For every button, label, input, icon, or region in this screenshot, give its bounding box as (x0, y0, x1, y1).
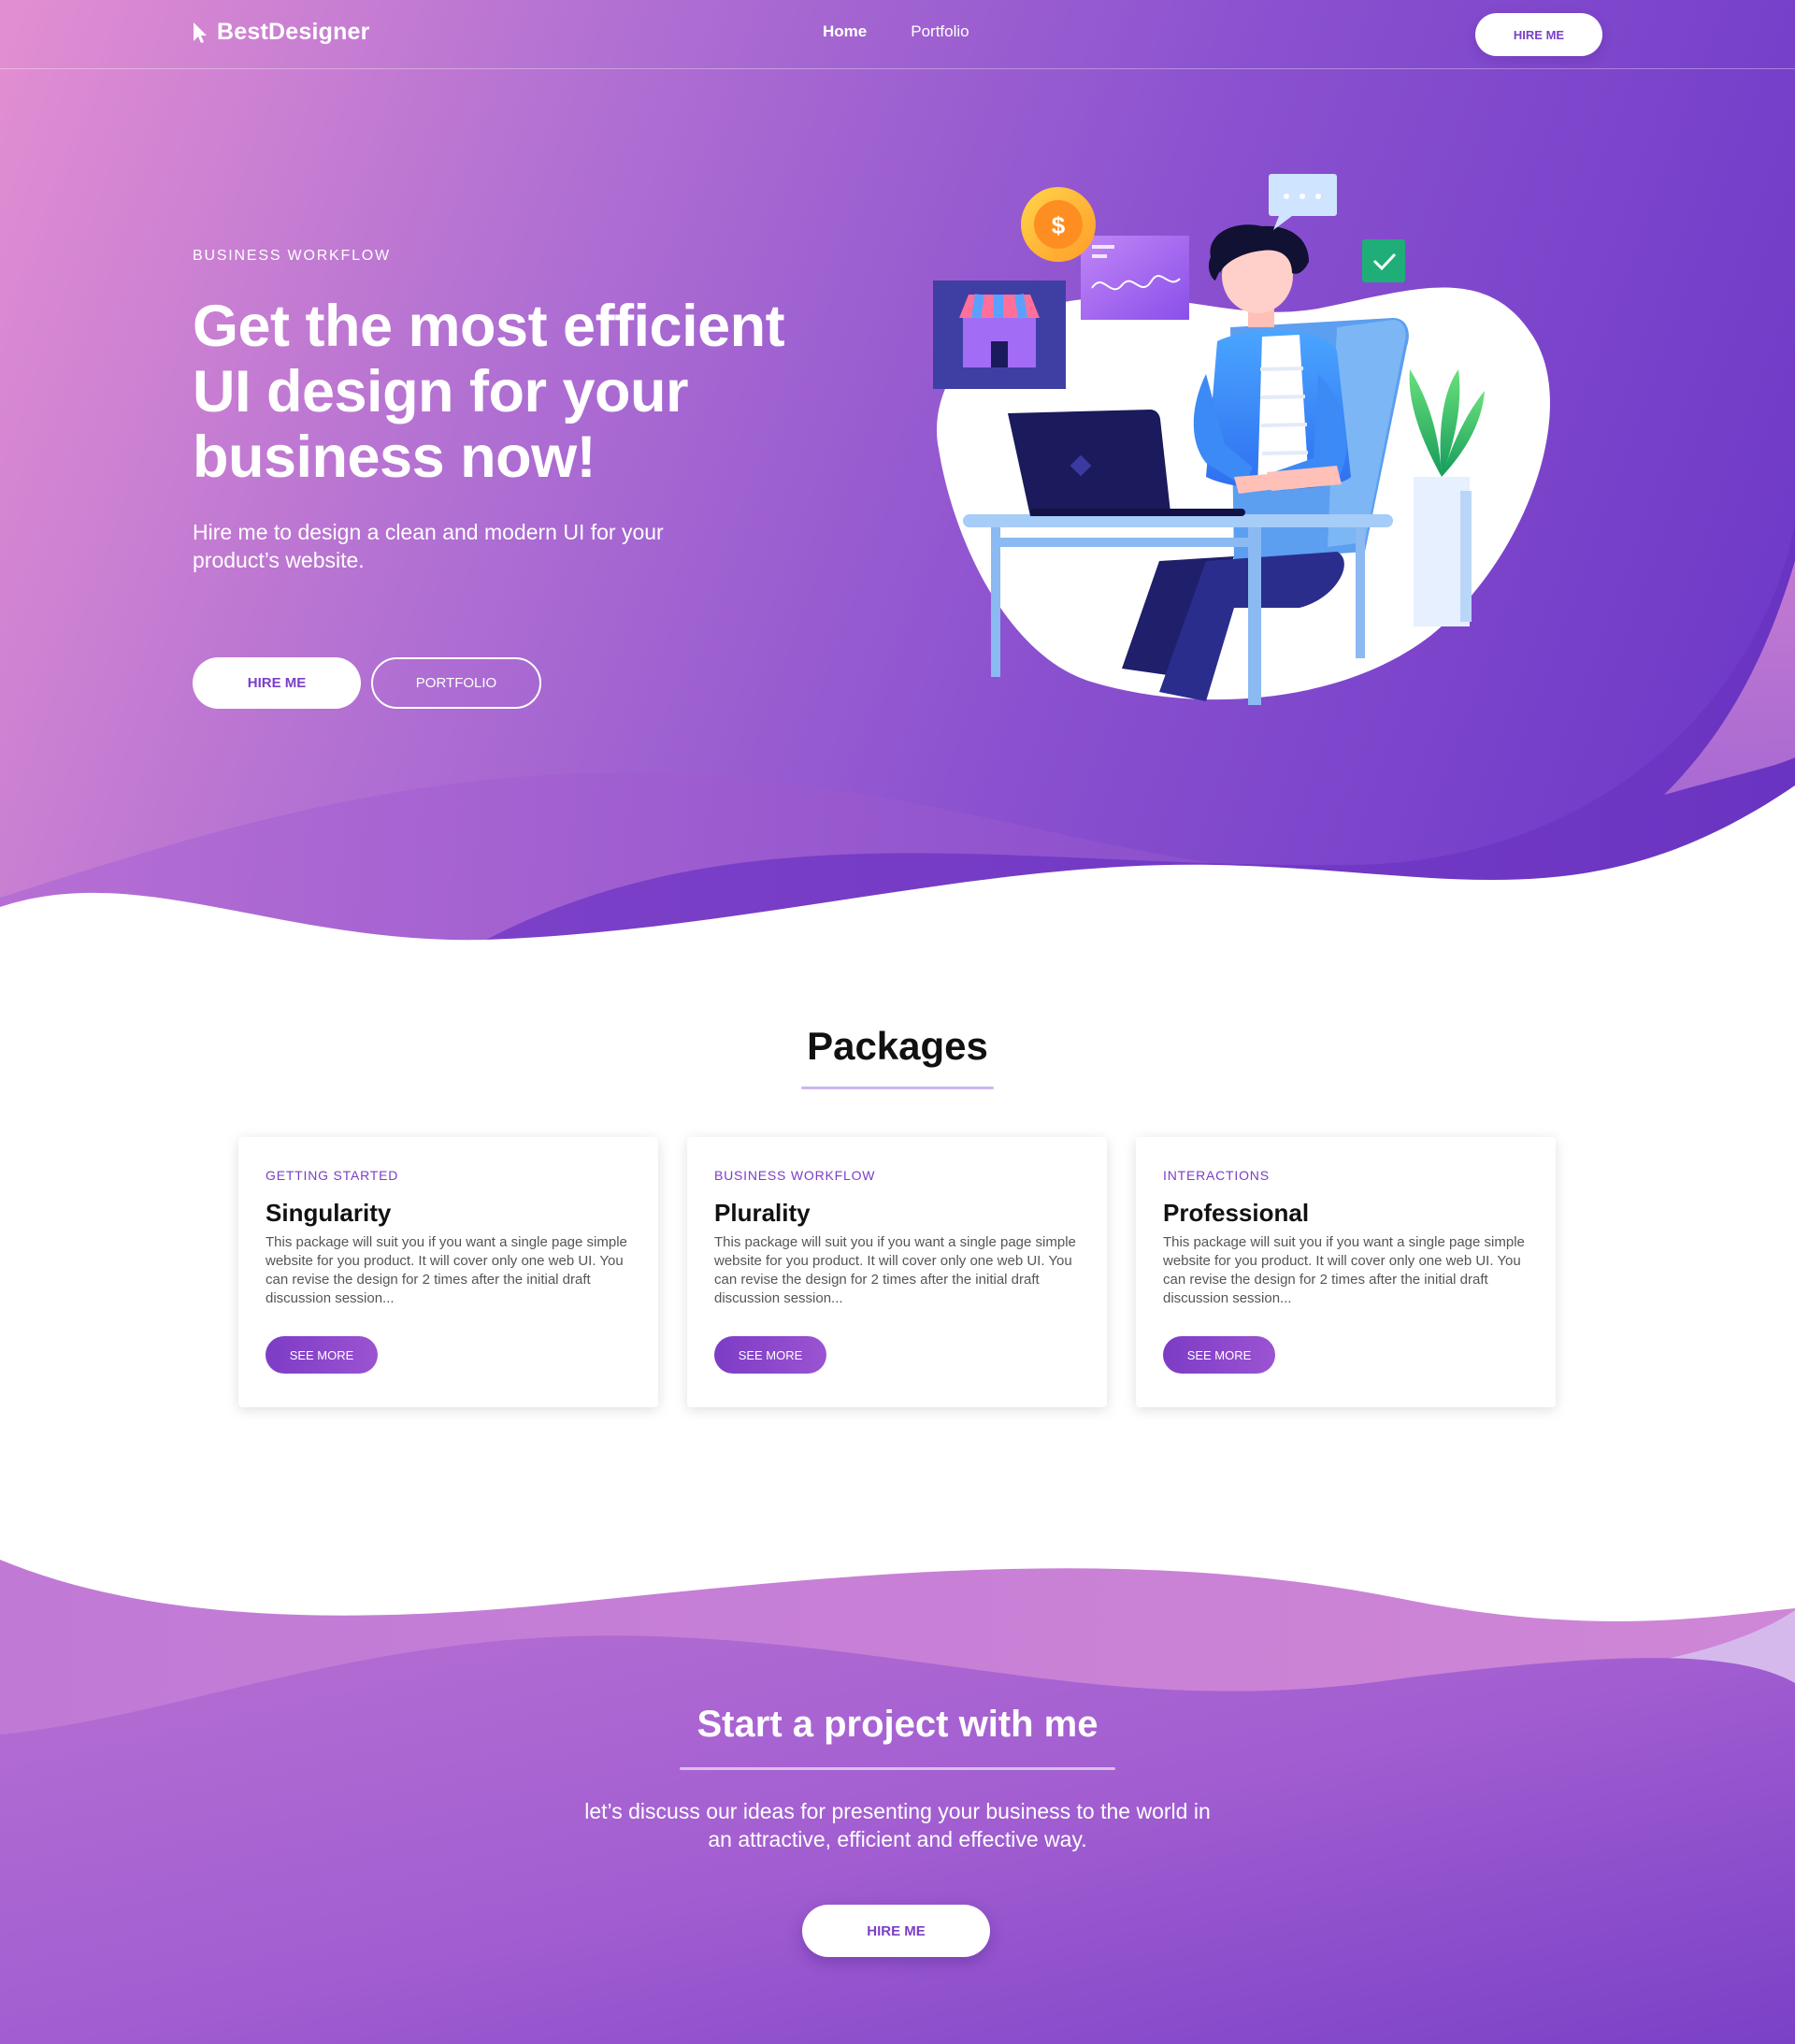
card-description: This package will suit you if you want a… (714, 1234, 1076, 1306)
see-more-button[interactable]: SEE MORE (714, 1336, 826, 1374)
designer-at-desk-illustration: $ (933, 174, 1550, 705)
hero-eyebrow: BUSINESS WORKFLOW (193, 248, 391, 264)
checkmark-icon (1362, 239, 1405, 282)
brand-name: BestDesigner (217, 19, 370, 45)
top-navbar: BestDesigner Home Portfolio HIRE ME (0, 0, 1795, 69)
card-eyebrow: BUSINESS WORKFLOW (714, 1168, 876, 1183)
see-more-button[interactable]: SEE MORE (266, 1336, 378, 1374)
hero-hire-me-button[interactable]: HIRE ME (193, 657, 361, 709)
brand-logo[interactable]: BestDesigner (193, 19, 370, 46)
card-title: Professional (1163, 1199, 1310, 1227)
hero-title: Get the most efficient UI design for you… (193, 294, 785, 490)
card-eyebrow: INTERACTIONS (1163, 1168, 1270, 1183)
card-eyebrow: GETTING STARTED (266, 1168, 399, 1183)
card-description: This package will suit you if you want a… (266, 1234, 627, 1306)
svg-text:$: $ (1052, 211, 1066, 239)
cta-subtitle: let’s discuss our ideas for presenting y… (584, 1799, 1211, 1851)
cta-title: Start a project with me (696, 1704, 1099, 1745)
chat-bubble-icon (1269, 174, 1337, 230)
nav-link-home[interactable]: Home (823, 22, 867, 41)
see-more-button[interactable]: SEE MORE (1163, 1336, 1275, 1374)
nav-hire-me-button[interactable]: HIRE ME (1475, 13, 1602, 56)
package-card-plurality: BUSINESS WORKFLOW Plurality This package… (687, 1137, 1107, 1407)
card-title: Plurality (714, 1199, 811, 1227)
hero-section: BestDesigner Home Portfolio HIRE ME BUSI… (0, 0, 1795, 954)
chart-card-icon (1081, 236, 1189, 320)
nav-links: Home Portfolio (823, 22, 969, 41)
cta-title-underline (680, 1767, 1115, 1770)
packages-title-underline (801, 1087, 994, 1089)
cta-hire-me-button[interactable]: HIRE ME (802, 1905, 990, 1957)
store-icon (933, 281, 1066, 389)
card-description: This package will suit you if you want a… (1163, 1234, 1525, 1306)
cursor-arrow-icon (194, 22, 207, 43)
hero-portfolio-button[interactable]: PORTFOLIO (371, 657, 541, 709)
packages-card-list: GETTING STARTED Singularity This package… (238, 1137, 1557, 1408)
package-card-professional: INTERACTIONS Professional This package w… (1136, 1137, 1556, 1407)
hero-subtitle: Hire me to design a clean and modern UI … (193, 520, 664, 572)
card-title: Singularity (266, 1199, 392, 1227)
package-card-singularity: GETTING STARTED Singularity This package… (238, 1137, 658, 1407)
nav-link-portfolio[interactable]: Portfolio (911, 22, 969, 41)
coin-icon: $ (1021, 187, 1096, 262)
packages-title: Packages (807, 1024, 988, 1068)
